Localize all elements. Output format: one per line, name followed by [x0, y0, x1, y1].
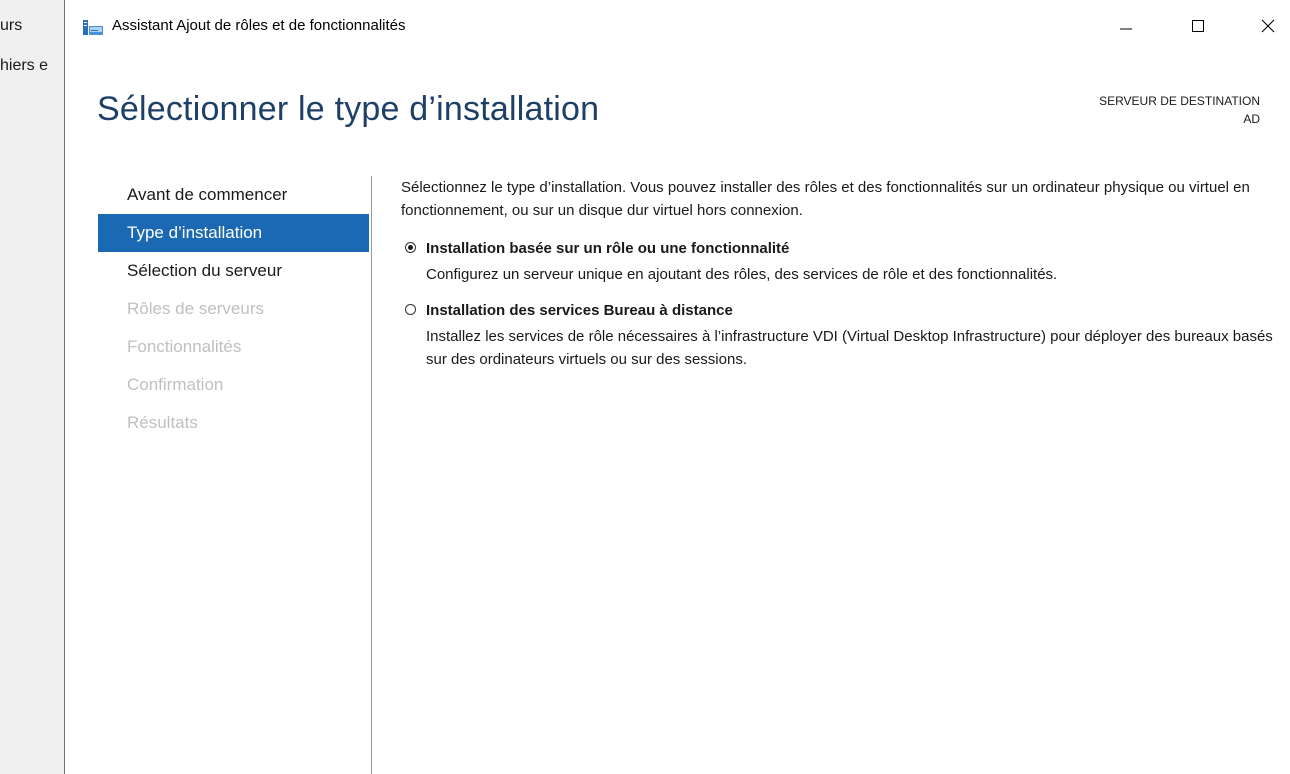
- minimize-button[interactable]: [1103, 6, 1149, 46]
- nav-step-before-you-begin[interactable]: Avant de commencer: [98, 176, 369, 214]
- option-remote-desktop-installation[interactable]: Installation des services Bureau à dista…: [401, 300, 1281, 371]
- window-title: Assistant Ajout de rôles et de fonctionn…: [112, 17, 406, 34]
- close-button[interactable]: [1245, 6, 1290, 46]
- background-text-line: urs: [0, 17, 23, 34]
- server-manager-wizard-icon: [83, 20, 103, 35]
- option-title[interactable]: Installation des services Bureau à dista…: [426, 300, 1281, 322]
- nav-step-results: Résultats: [127, 413, 198, 432]
- nav-divider: [371, 176, 372, 774]
- background-text-line: hiers e: [0, 57, 49, 74]
- destination-server-name: AD: [1243, 112, 1260, 126]
- wizard-window: Assistant Ajout de rôles et de fonctionn…: [64, 0, 1290, 774]
- nav-step-server-roles: Rôles de serveurs: [127, 299, 265, 318]
- minimize-icon: [1120, 28, 1132, 30]
- close-icon: [1261, 19, 1275, 33]
- nav-step-confirmation: Confirmation: [127, 375, 224, 394]
- option-description: Configurez un serveur unique en ajoutant…: [426, 266, 1058, 283]
- page-title: Sélectionner le type d’installation: [97, 90, 600, 128]
- option-description: Installez les services de rôle nécessair…: [426, 328, 1273, 368]
- background-window: urs hiers e: [0, 0, 64, 774]
- option-title[interactable]: Installation basée sur un rôle ou une fo…: [426, 238, 1281, 260]
- maximize-icon: [1192, 20, 1204, 32]
- nav-step-server-selection[interactable]: Sélection du serveur: [98, 252, 369, 290]
- option-role-based-installation[interactable]: Installation basée sur un rôle ou une fo…: [401, 238, 1281, 286]
- main-content: Sélectionnez le type d’installation. Vou…: [401, 176, 1281, 371]
- intro-text: Sélectionnez le type d’installation. Vou…: [401, 179, 1250, 219]
- radio-remote-desktop-installation[interactable]: [405, 304, 416, 315]
- destination-server-label: SERVEUR DE DESTINATION: [1099, 94, 1260, 108]
- title-bar[interactable]: Assistant Ajout de rôles et de fonctionn…: [65, 0, 1290, 52]
- nav-step-installation-type[interactable]: Type d’installation: [98, 214, 369, 252]
- nav-step-features: Fonctionnalités: [127, 337, 242, 356]
- maximize-button[interactable]: [1175, 6, 1221, 46]
- wizard-steps-nav: Avant de commencer Type d’installation S…: [98, 176, 369, 442]
- radio-role-based-installation[interactable]: [405, 242, 416, 253]
